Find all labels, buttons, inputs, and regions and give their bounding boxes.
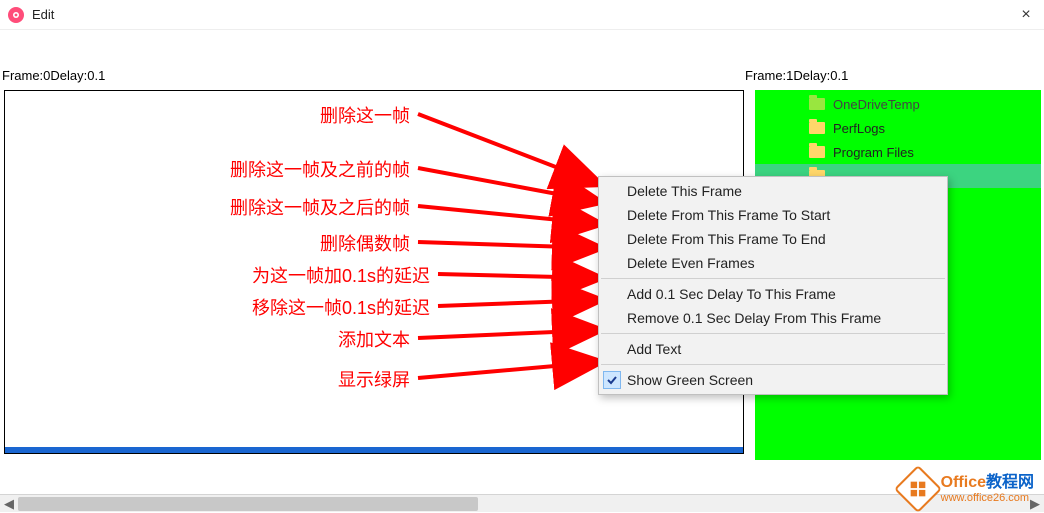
menu-item-label: Delete Even Frames: [627, 255, 755, 271]
folder-name: Program Files: [833, 145, 914, 160]
annotation-label: 删除这一帧: [230, 102, 410, 128]
annotation-label: 为这一帧加0.1s的延迟: [150, 262, 430, 288]
watermark-title-b: 教程网: [986, 474, 1034, 491]
scroll-left-icon[interactable]: ◀: [0, 495, 18, 513]
folder-name: OneDriveTemp: [833, 97, 920, 112]
menu-item-label: Add 0.1 Sec Delay To This Frame: [627, 286, 836, 302]
annotation-label: 删除这一帧及之前的帧: [140, 156, 410, 182]
annotation-label: 添加文本: [250, 326, 410, 352]
frame1-label: Frame:1Delay:0.1: [745, 68, 848, 83]
annotation-label: 删除这一帧及之后的帧: [140, 194, 410, 220]
titlebar: Edit ×: [0, 0, 1044, 30]
window-title: Edit: [32, 7, 54, 22]
menu-delete-to-start[interactable]: Delete From This Frame To Start: [599, 203, 947, 227]
folder-icon: [809, 122, 825, 134]
watermark-badge-icon: [894, 465, 942, 513]
menu-add-delay[interactable]: Add 0.1 Sec Delay To This Frame: [599, 282, 947, 306]
folder-row[interactable]: Program Files: [755, 140, 1041, 164]
menu-delete-to-end[interactable]: Delete From This Frame To End: [599, 227, 947, 251]
menu-item-label: Show Green Screen: [627, 372, 753, 388]
menu-separator: [601, 278, 945, 279]
scrollbar-track[interactable]: [18, 495, 1026, 512]
context-menu: Delete This Frame Delete From This Frame…: [598, 176, 948, 395]
scrollbar-thumb[interactable]: [18, 497, 478, 511]
folder-row[interactable]: OneDriveTemp: [755, 92, 1041, 116]
watermark-url: www.office26.com: [941, 492, 1034, 504]
menu-delete-even[interactable]: Delete Even Frames: [599, 251, 947, 275]
folder-icon: [809, 98, 825, 110]
menu-remove-delay[interactable]: Remove 0.1 Sec Delay From This Frame: [599, 306, 947, 330]
menu-item-label: Remove 0.1 Sec Delay From This Frame: [627, 310, 881, 326]
watermark-title-a: Office: [941, 474, 986, 491]
menu-separator: [601, 333, 945, 334]
app-icon: [8, 7, 24, 23]
menu-delete-this-frame[interactable]: Delete This Frame: [599, 179, 947, 203]
horizontal-scrollbar[interactable]: ◀ ▶: [0, 494, 1044, 512]
annotation-label: 显示绿屏: [250, 366, 410, 392]
menu-add-text[interactable]: Add Text: [599, 337, 947, 361]
annotation-label: 移除这一帧0.1s的延迟: [150, 294, 430, 320]
folder-name: PerfLogs: [833, 121, 885, 136]
folder-icon: [809, 146, 825, 158]
frame0-label: Frame:0Delay:0.1: [2, 68, 105, 83]
close-button[interactable]: ×: [1016, 6, 1036, 24]
check-icon: [603, 371, 621, 389]
menu-item-label: Delete From This Frame To Start: [627, 207, 830, 223]
menu-item-label: Delete This Frame: [627, 183, 742, 199]
menu-separator: [601, 364, 945, 365]
menu-item-label: Delete From This Frame To End: [627, 231, 826, 247]
menu-show-green-screen[interactable]: Show Green Screen: [599, 368, 947, 392]
annotation-label: 删除偶数帧: [230, 230, 410, 256]
folder-row[interactable]: PerfLogs: [755, 116, 1041, 140]
watermark-logo: Office教程网 www.office26.com: [901, 472, 1034, 506]
menu-item-label: Add Text: [627, 341, 681, 357]
